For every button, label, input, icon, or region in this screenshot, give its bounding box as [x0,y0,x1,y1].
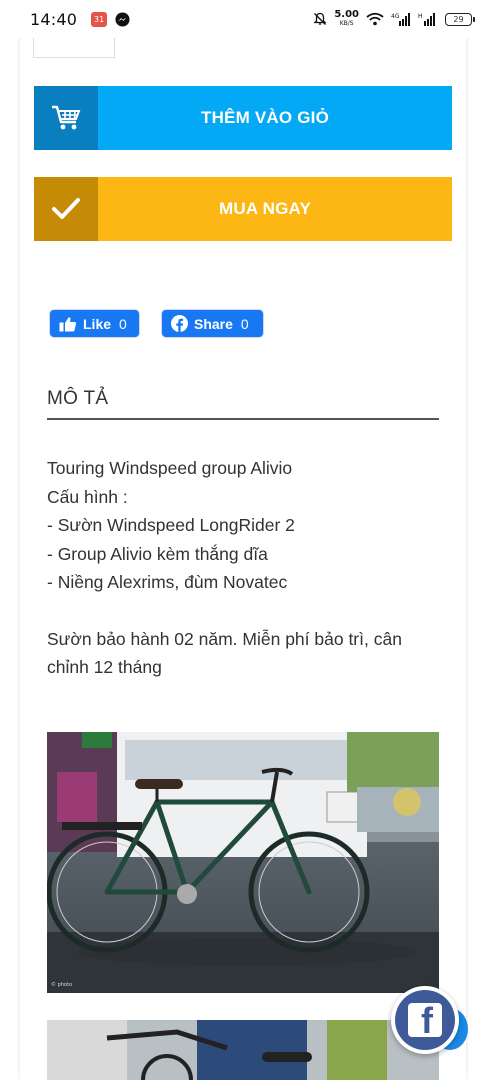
signal-icon: H [418,13,435,26]
description-line: - Sườn Windspeed LongRider 2 [47,515,295,535]
wifi-icon [366,12,384,26]
heading-divider [47,418,439,420]
warranty-line: Sườn bảo hành 02 năm. Miễn phí bảo trì, … [47,628,402,649]
svg-text:4G: 4G [391,13,400,20]
facebook-logo-icon: f [408,1003,442,1037]
share-count: 0 [240,315,249,332]
mute-icon [313,12,327,25]
buy-now-button[interactable]: MUA NGAY [34,177,452,241]
description-body: Touring Windspeed group Alivio Cấu hình … [47,454,447,682]
like-count: 0 [119,315,127,332]
checkmark-icon [34,177,98,241]
calendar-icon: 31 [91,11,108,27]
description-line: Cấu hình : [47,486,128,507]
status-bar: 14:40 31 5.00 KB/S 4G H 29 [0,0,486,38]
like-label: Like [83,315,112,332]
network-speed: 5.00 KB/S [334,9,359,28]
warranty-line: chỉnh 12 tháng [47,657,162,677]
description-heading: MÔ TẢ [47,388,109,409]
buy-now-label: MUA NGAY [219,199,311,218]
share-label: Share [194,315,233,332]
add-to-cart-button[interactable]: THÊM VÀO GIỎ [34,86,452,150]
messenger-icon [115,11,130,27]
signal-4g-icon: 4G [391,13,410,26]
thumbs-up-icon [59,316,77,331]
battery-icon: 29 [445,12,475,26]
facebook-like-button[interactable]: Like 0 [50,310,139,337]
facebook-icon [171,315,188,332]
cart-icon [34,86,98,150]
description-line: - Niềng Alexrims, đùm Novatec [47,572,288,592]
status-time: 14:40 [30,9,78,29]
facebook-float-button[interactable]: f [391,986,459,1054]
svg-text:© photo: © photo [51,981,72,988]
description-line: - Group Alivio kèm thắng dĩa [47,543,268,564]
add-to-cart-label: THÊM VÀO GIỎ [200,108,330,127]
description-line: Touring Windspeed group Alivio [47,458,293,478]
product-photo[interactable] [47,1020,439,1080]
facebook-share-button[interactable]: Share 0 [162,310,263,337]
svg-text:H: H [418,13,423,20]
product-photo[interactable]: © photo [47,732,439,993]
